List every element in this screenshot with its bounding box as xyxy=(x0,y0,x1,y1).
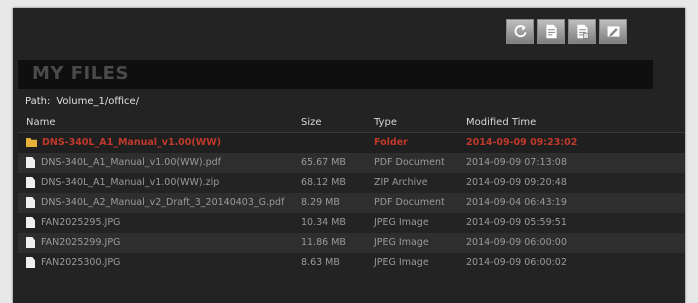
refresh-button[interactable] xyxy=(506,19,534,44)
column-header-name[interactable]: Name xyxy=(26,117,56,128)
edit-button[interactable] xyxy=(599,19,627,44)
file-icon xyxy=(26,177,35,188)
file-name: DNS-340L_A1_Manual_v1.00(WW).zip xyxy=(41,177,220,188)
column-header-modified[interactable]: Modified Time xyxy=(466,117,536,128)
title-bar: MY FILES xyxy=(18,60,653,89)
file-icon xyxy=(26,257,35,268)
file-row[interactable]: FAN2025299.JPG 11.86 MB JPEG Image 2014-… xyxy=(18,233,685,253)
file-name: DNS-340L_A1_Manual_v1.00(WW) xyxy=(42,137,222,148)
refresh-icon xyxy=(514,25,527,38)
file-size: 10.34 MB xyxy=(301,217,346,228)
file-size: 68.12 MB xyxy=(301,177,346,188)
file-modified: 2014-09-09 06:00:02 xyxy=(466,257,567,268)
page-title: MY FILES xyxy=(32,63,129,84)
file-modified: 2014-09-04 06:43:19 xyxy=(466,197,567,208)
folder-icon xyxy=(26,138,37,147)
file-name: FAN2025295.JPG xyxy=(41,217,121,228)
toolbar xyxy=(506,19,627,44)
file-icon xyxy=(26,237,35,248)
file-type: Folder xyxy=(374,137,408,148)
file-type: PDF Document xyxy=(374,197,445,208)
file-modified: 2014-09-09 07:13:08 xyxy=(466,157,567,168)
file-type: ZIP Archive xyxy=(374,177,428,188)
document-icon xyxy=(545,24,557,39)
file-row[interactable]: DNS-340L_A1_Manual_v1.00(WW) Folder 2014… xyxy=(18,133,685,153)
file-modified: 2014-09-09 06:00:00 xyxy=(466,237,567,248)
file-name: FAN2025299.JPG xyxy=(41,237,121,248)
file-icon xyxy=(26,197,35,208)
document-copy-button[interactable] xyxy=(568,19,596,44)
file-icon xyxy=(26,217,35,228)
edit-icon xyxy=(607,26,619,37)
path-display: Path: Volume_1/office/ xyxy=(25,96,145,107)
file-modified: 2014-09-09 09:23:02 xyxy=(466,137,578,148)
file-row[interactable]: DNS-340L_A1_Manual_v1.00(WW).pdf 65.67 M… xyxy=(18,153,685,173)
file-modified: 2014-09-09 09:20:48 xyxy=(466,177,567,188)
path-label: Path: xyxy=(25,96,51,107)
file-row[interactable]: DNS-340L_A2_Manual_v2_Draft_3_20140403_G… xyxy=(18,193,685,213)
file-type: JPEG Image xyxy=(374,237,429,248)
document-copy-icon xyxy=(576,24,589,39)
file-name: DNS-340L_A1_Manual_v1.00(WW).pdf xyxy=(41,157,222,168)
column-header-type[interactable]: Type xyxy=(374,117,397,128)
file-modified: 2014-09-09 05:59:51 xyxy=(466,217,567,228)
document-button[interactable] xyxy=(537,19,565,44)
file-list-header: Name Size Type Modified Time xyxy=(18,111,685,133)
file-size: 11.86 MB xyxy=(301,237,346,248)
file-browser-panel: MY FILES Path: Volume_1/office/ Name Size… xyxy=(13,8,685,303)
file-row[interactable]: FAN2025300.JPG 8.63 MB JPEG Image 2014-0… xyxy=(18,253,685,273)
file-type: JPEG Image xyxy=(374,257,429,268)
file-size: 8.29 MB xyxy=(301,197,340,208)
file-size: 8.63 MB xyxy=(301,257,340,268)
file-type: JPEG Image xyxy=(374,217,429,228)
file-name: DNS-340L_A2_Manual_v2_Draft_3_20140403_G… xyxy=(41,197,285,208)
file-type: PDF Document xyxy=(374,157,445,168)
file-row[interactable]: DNS-340L_A1_Manual_v1.00(WW).zip 68.12 M… xyxy=(18,173,685,193)
file-size: 65.67 MB xyxy=(301,157,346,168)
file-name: FAN2025300.JPG xyxy=(41,257,121,268)
file-icon xyxy=(26,157,35,168)
path-value: Volume_1/office/ xyxy=(56,96,140,107)
file-row[interactable]: FAN2025295.JPG 10.34 MB JPEG Image 2014-… xyxy=(18,213,685,233)
column-header-size[interactable]: Size xyxy=(301,117,322,128)
